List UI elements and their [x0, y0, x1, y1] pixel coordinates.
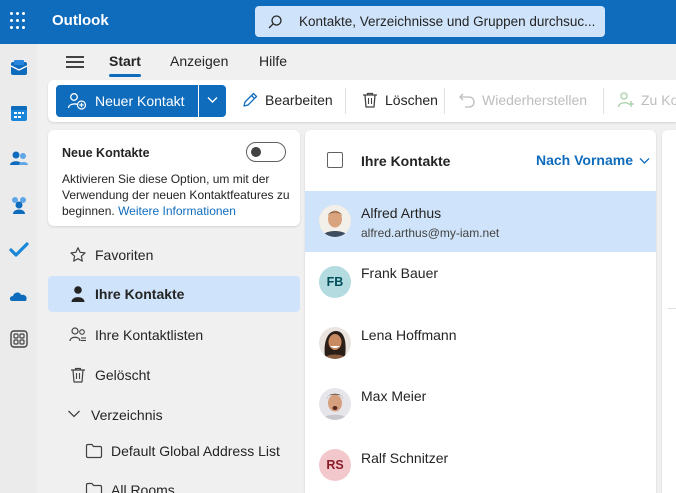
list-header: Ihre Kontakte Nach Vorname [305, 130, 656, 190]
add-person-icon [67, 93, 87, 110]
onedrive-icon[interactable] [8, 285, 30, 307]
toolbar-divider [603, 88, 604, 114]
delete-button[interactable]: Löschen [361, 92, 438, 108]
app-rail [0, 44, 37, 493]
new-contacts-toggle[interactable] [246, 142, 286, 162]
nav-label: Gelöscht [95, 367, 151, 383]
nav-label: Ihre Kontakte [95, 286, 185, 302]
toggle-knob [251, 147, 261, 157]
nav-item-favorites[interactable]: Favoriten [48, 237, 300, 273]
menu-icon[interactable] [66, 56, 84, 68]
sort-label: Nach Vorname [536, 152, 633, 168]
people-icon[interactable] [8, 148, 30, 170]
nav-item-global-address-list[interactable]: Default Global Address List [48, 433, 300, 469]
edit-label: Bearbeiten [265, 92, 333, 108]
toolbar-divider [345, 88, 346, 114]
star-icon [70, 247, 86, 262]
ribbon-tabs: Start Anzeigen Hilfe [37, 44, 676, 80]
tab-hilfe[interactable]: Hilfe [259, 53, 287, 69]
avatar: RS [319, 449, 351, 481]
contact-name: Frank Bauer [361, 265, 439, 281]
contact-row[interactable]: RS Ralf Schnitzer [305, 435, 656, 493]
nav-item-directory[interactable]: Verzeichnis [48, 397, 300, 433]
learn-more-link[interactable]: Weitere Informationen [118, 204, 236, 218]
nav-item-deleted[interactable]: Gelöscht [48, 357, 300, 393]
new-contacts-description: Aktivieren Sie diese Option, um mit der … [62, 171, 290, 219]
new-contact-label: Neuer Kontakt [95, 93, 185, 109]
app-title[interactable]: Outlook [52, 12, 109, 29]
new-contacts-card: Neue Kontakte Aktivieren Sie diese Optio… [48, 130, 300, 226]
chevron-down-icon [639, 158, 650, 165]
mail-icon[interactable] [8, 57, 30, 79]
pencil-icon [243, 92, 258, 107]
nav-item-all-rooms[interactable]: All Rooms [48, 472, 300, 493]
contact-name: Max Meier [361, 388, 427, 404]
nav-item-your-contacts[interactable]: Ihre Kontakte [48, 276, 300, 312]
person-icon [71, 286, 85, 302]
contact-name: Ralf Schnitzer [361, 450, 449, 466]
new-contact-button[interactable]: Neuer Kontakt [56, 85, 198, 117]
nav-label: Favoriten [95, 247, 154, 263]
chevron-down-icon [68, 410, 80, 418]
restore-button[interactable]: Wiederherstellen [458, 92, 587, 108]
app-launcher-icon[interactable] [10, 12, 28, 30]
reading-pane [662, 130, 676, 493]
chevron-down-icon [207, 97, 218, 103]
contact-email: alfred.arthus@my-iam.net [361, 226, 500, 240]
trash-icon [71, 367, 85, 383]
contact-name: Alfred Arthus [361, 205, 442, 221]
divider [668, 308, 676, 309]
nav-item-contact-lists[interactable]: Ihre Kontaktlisten [48, 317, 300, 353]
undo-icon [459, 93, 475, 108]
toolbar-divider [444, 88, 445, 114]
nav-label: Verzeichnis [91, 407, 163, 423]
avatar: FB [319, 266, 351, 298]
search-input[interactable]: Kontakte, Verzeichnisse und Gruppen durc… [299, 14, 601, 29]
contact-row[interactable]: Alfred Arthus alfred.arthus@my-iam.net [305, 191, 656, 252]
top-bar: Outlook Kontakte, Verzeichnisse und Grup… [0, 0, 676, 44]
add-to-list-button[interactable]: Zu Ko [617, 92, 676, 108]
nav-label: All Rooms [111, 482, 175, 493]
search-icon [268, 15, 282, 29]
avatar [319, 388, 351, 420]
edit-button[interactable]: Bearbeiten [241, 92, 333, 108]
new-contacts-title: Neue Kontakte [62, 146, 150, 160]
calendar-icon[interactable] [8, 102, 30, 124]
add-to-list-label: Zu Ko [641, 92, 676, 108]
folder-icon [85, 443, 103, 459]
todo-icon[interactable] [8, 239, 30, 261]
sort-dropdown[interactable]: Nach Vorname [536, 152, 650, 168]
folder-pane: Neue Kontakte Aktivieren Sie diese Optio… [48, 130, 300, 493]
tab-anzeigen[interactable]: Anzeigen [170, 53, 228, 69]
contact-list-icon [69, 327, 86, 342]
add-person-icon [617, 92, 634, 108]
avatar [319, 327, 351, 359]
contact-row[interactable]: FB Frank Bauer [305, 252, 656, 313]
avatar [319, 205, 351, 237]
toolbar: Neuer Kontakt Bearbeiten Löschen Wiederh… [48, 80, 676, 122]
trash-icon [363, 92, 377, 108]
apps-icon[interactable] [8, 328, 30, 350]
new-contact-dropdown-button[interactable] [199, 85, 226, 117]
list-title: Ihre Kontakte [361, 153, 451, 169]
search-box[interactable]: Kontakte, Verzeichnisse und Gruppen durc… [255, 6, 605, 37]
contact-name: Lena Hoffmann [361, 327, 457, 343]
groups-icon[interactable] [8, 194, 30, 216]
nav-label: Default Global Address List [111, 443, 280, 459]
tab-start[interactable]: Start [109, 53, 141, 77]
delete-label: Löschen [385, 92, 438, 108]
contact-list-pane: Ihre Kontakte Nach Vorname Alfred Arthus… [305, 130, 656, 493]
nav-label: Ihre Kontaktlisten [95, 327, 204, 343]
select-all-checkbox[interactable] [327, 152, 343, 168]
restore-label: Wiederherstellen [482, 92, 588, 108]
folder-icon [85, 482, 103, 493]
contact-row[interactable]: Max Meier [305, 374, 656, 435]
contact-row[interactable]: Lena Hoffmann [305, 313, 656, 374]
